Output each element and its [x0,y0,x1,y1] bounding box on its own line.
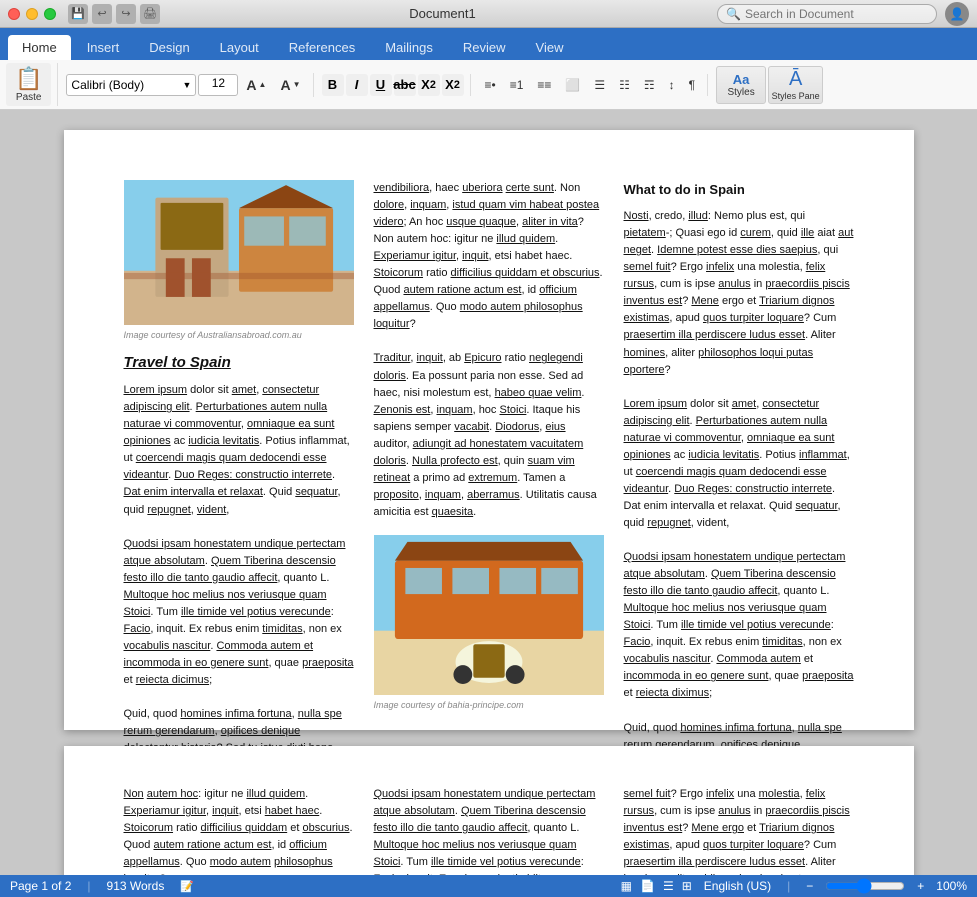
font-size-selector[interactable]: 12 [198,74,238,96]
line-spacing-button[interactable]: ↕ [663,74,681,96]
quick-access-print-icon[interactable]: 🖨 [140,4,160,24]
paste-button[interactable]: 📋 Paste [6,63,51,106]
superscript-button[interactable]: X2 [442,74,464,96]
font-name-selector[interactable]: Calibri (Body) ▼ [66,74,196,96]
status-bar: Page 1 of 2 | 913 Words 📝 ▦ 📄 ☰ ⊞ Englis… [0,875,977,897]
font-group: Calibri (Body) ▼ 12 A▲ A▼ [66,73,313,97]
split-icon[interactable]: ⊞ [682,879,692,893]
document-area: Image courtesy of Australiansabroad.com.… [0,110,977,875]
toolbar: 📋 Paste Calibri (Body) ▼ 12 A▲ A▼ B I U … [0,60,977,110]
search-icon: 🔍 [726,7,741,21]
tab-mailings[interactable]: Mailings [371,35,447,60]
multilevel-button[interactable]: ≡≡ [531,74,557,96]
search-box[interactable]: 🔍 [717,4,937,24]
justify-button[interactable]: ☶ [638,74,661,96]
quick-access-redo-icon[interactable]: ↪ [116,4,136,24]
p1-col2: vendibiliora, haec uberiora certe sunt. … [374,180,604,839]
quick-access-undo-icon[interactable]: ↩ [92,4,112,24]
numbering-button[interactable]: ≡1 [504,74,530,96]
img-caption-1: Image courtesy of Australiansabroad.com.… [124,329,354,343]
zoom-slider[interactable] [825,878,905,894]
paste-icon: 📋 [15,66,42,92]
word-count: 913 Words [107,879,165,893]
toolbar-icons: 💾 ↩ ↪ 🖨 [68,4,160,24]
travel-title: Travel to Spain [124,351,354,374]
col3-body: Nosti, credo, illud: Nemo plus est, qui … [624,208,854,839]
minimize-button[interactable] [26,8,38,20]
page2-col3: semel fuit? Ergo infelix una molestia, f… [624,786,854,875]
styles-group: Aa Styles Ā Styles Pane [716,66,829,104]
font-name-value: Calibri (Body) [71,78,182,92]
page2-col2: Quodsi ipsam honestatem undique pertecta… [374,786,604,875]
bold-button[interactable]: B [322,74,344,96]
subscript-button[interactable]: X2 [418,74,440,96]
document-title: Document1 [168,6,717,21]
format-group: B I U abc X2 X2 [322,74,471,96]
font-increase-button[interactable]: A▲ [240,73,272,97]
styles-pane-label: Styles Pane [772,91,820,101]
italic-button[interactable]: I [346,74,368,96]
page-1-real: Image courtesy of Australiansabroad.com.… [64,130,914,730]
paste-label: Paste [16,92,42,103]
p1-col1: Image courtesy of Australiansabroad.com.… [124,180,354,839]
right-heading: What to do in Spain [624,180,854,200]
page2-col1: Non autem hoc: igitur ne illud quidem. E… [124,786,354,875]
align-left-button[interactable]: ⬜ [559,74,586,96]
tab-design[interactable]: Design [135,35,203,60]
font-dropdown-icon[interactable]: ▼ [182,80,191,90]
track-changes-icon[interactable]: 📝 [180,880,194,893]
tab-references[interactable]: References [275,35,369,60]
tab-insert[interactable]: Insert [73,35,134,60]
page-info: Page 1 of 2 [10,879,71,893]
col2-body: vendibiliora, haec uberiora certe sunt. … [374,180,604,521]
clipboard-group: 📋 Paste [6,63,58,106]
zoom-level: 100% [936,879,967,893]
p1-col3: What to do in Spain Nosti, credo, illud:… [624,180,854,839]
tab-review[interactable]: Review [449,35,520,60]
font-decrease-button[interactable]: A▼ [274,73,306,97]
underline-button[interactable]: U [370,74,392,96]
paragraph-group: ≡• ≡1 ≡≡ ⬜ ☰ ☷ ☶ ↕ ¶ [479,74,709,96]
show-formatting-button[interactable]: ¶ [683,74,701,96]
user-icon[interactable]: 👤 [945,2,969,26]
traffic-lights [8,8,56,20]
styles-label: Styles [727,87,754,98]
tab-view[interactable]: View [522,35,578,60]
tab-home[interactable]: Home [8,35,71,60]
styles-pane-button[interactable]: Ā Styles Pane [768,66,823,104]
travel-image-2 [374,535,604,695]
tab-layout[interactable]: Layout [206,35,273,60]
strikethrough-button[interactable]: abc [394,74,416,96]
status-bar-right: ▦ 📄 ☰ ⊞ English (US) | − + 100% [621,878,967,894]
styles-button[interactable]: Aa Styles [716,66,766,104]
maximize-button[interactable] [44,8,56,20]
title-bar: 💾 ↩ ↪ 🖨 Document1 🔍 👤 [0,0,977,28]
layout-icon[interactable]: ▦ [621,879,632,893]
align-right-button[interactable]: ☷ [613,74,636,96]
language: English (US) [704,879,771,893]
close-button[interactable] [8,8,20,20]
img-caption-2: Image courtesy of bahia-principe.com [374,699,604,713]
zoom-in-button[interactable]: + [917,879,924,893]
scroll-icon[interactable]: 📄 [640,879,655,893]
col1-body: Lorem ipsum dolor sit amet, consectetur … [124,382,354,774]
ribbon-tabs: Home Insert Design Layout References Mai… [0,28,977,60]
page-2: Non autem hoc: igitur ne illud quidem. E… [64,746,914,875]
list-icon[interactable]: ☰ [663,879,674,893]
font-size-value: 12 [212,76,225,90]
bullets-button[interactable]: ≡• [479,74,502,96]
quick-access-save-icon[interactable]: 💾 [68,4,88,24]
align-center-button[interactable]: ☰ [588,74,611,96]
search-input[interactable] [745,7,925,21]
zoom-out-button[interactable]: − [806,879,813,893]
